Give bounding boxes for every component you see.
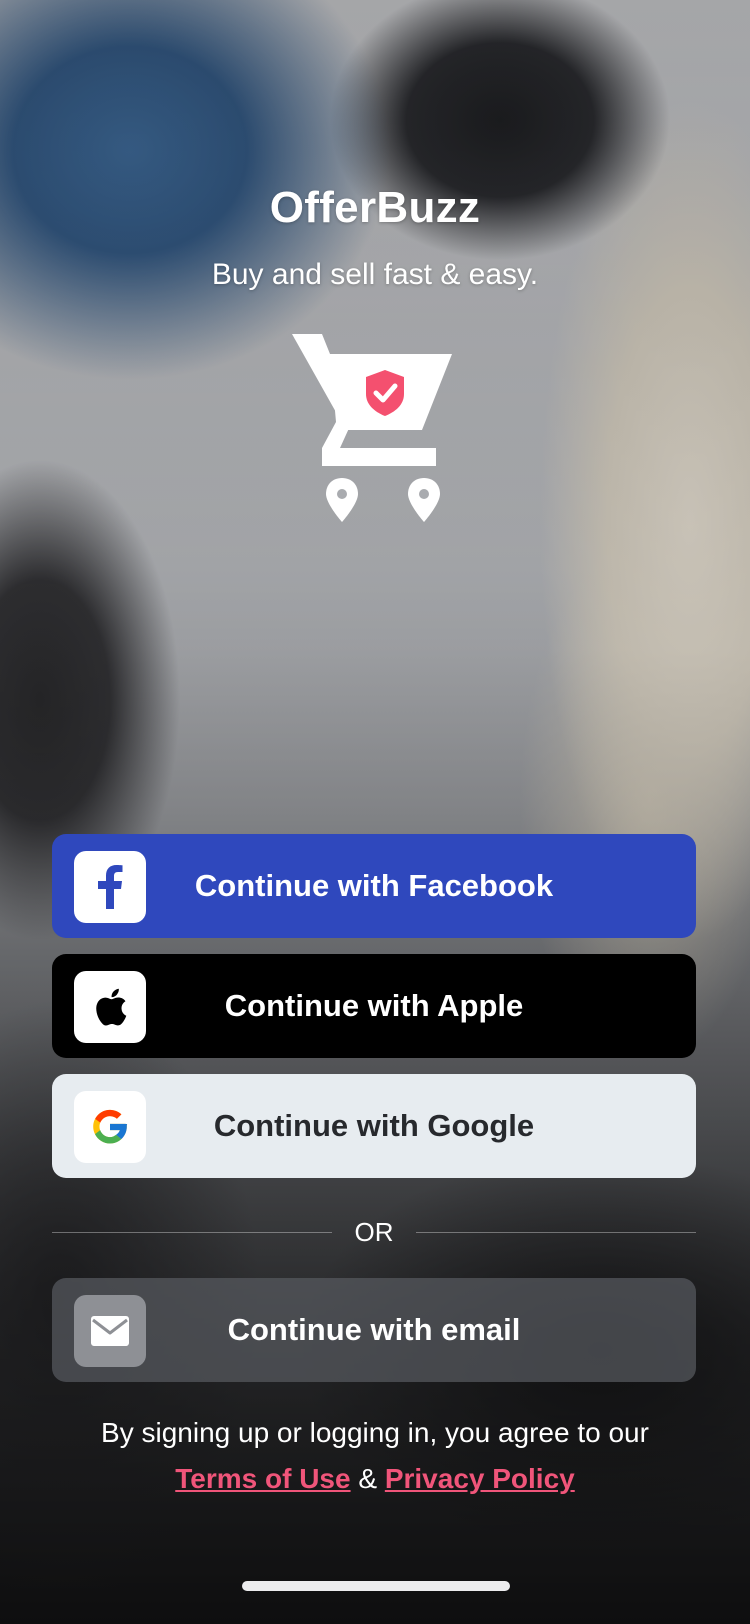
apple-button-label: Continue with Apple: [224, 988, 524, 1023]
google-button-label: Continue with Google: [213, 1108, 535, 1143]
legal-notice: By signing up or logging in, you agree t…: [0, 1410, 750, 1502]
app-tagline: Buy and sell fast & easy.: [211, 258, 539, 291]
login-screen: OfferBuzz Buy and sell fast & easy. Cont…: [0, 0, 750, 1624]
email-button-label: Continue with email: [227, 1312, 521, 1347]
continue-with-facebook-button[interactable]: Continue with Facebook: [52, 834, 696, 938]
continue-with-google-button[interactable]: Continue with Google: [52, 1074, 696, 1178]
legal-text: By signing up or logging in, you agree t…: [101, 1417, 649, 1448]
continue-with-email-button[interactable]: Continue with email: [52, 1278, 696, 1382]
legal-links: Terms of Use & Privacy Policy: [0, 1456, 750, 1502]
divider-line-right: [416, 1232, 696, 1233]
app-title: OfferBuzz: [269, 183, 481, 232]
privacy-policy-link[interactable]: Privacy Policy: [385, 1463, 575, 1494]
or-divider: OR: [52, 1210, 696, 1250]
facebook-button-label: Continue with Facebook: [194, 868, 554, 903]
terms-of-use-link[interactable]: Terms of Use: [175, 1463, 350, 1494]
shopping-cart-shield-icon: [292, 334, 452, 522]
legal-conjunction: &: [358, 1463, 378, 1494]
home-indicator[interactable]: [242, 1581, 510, 1591]
continue-with-apple-button[interactable]: Continue with Apple: [52, 954, 696, 1058]
